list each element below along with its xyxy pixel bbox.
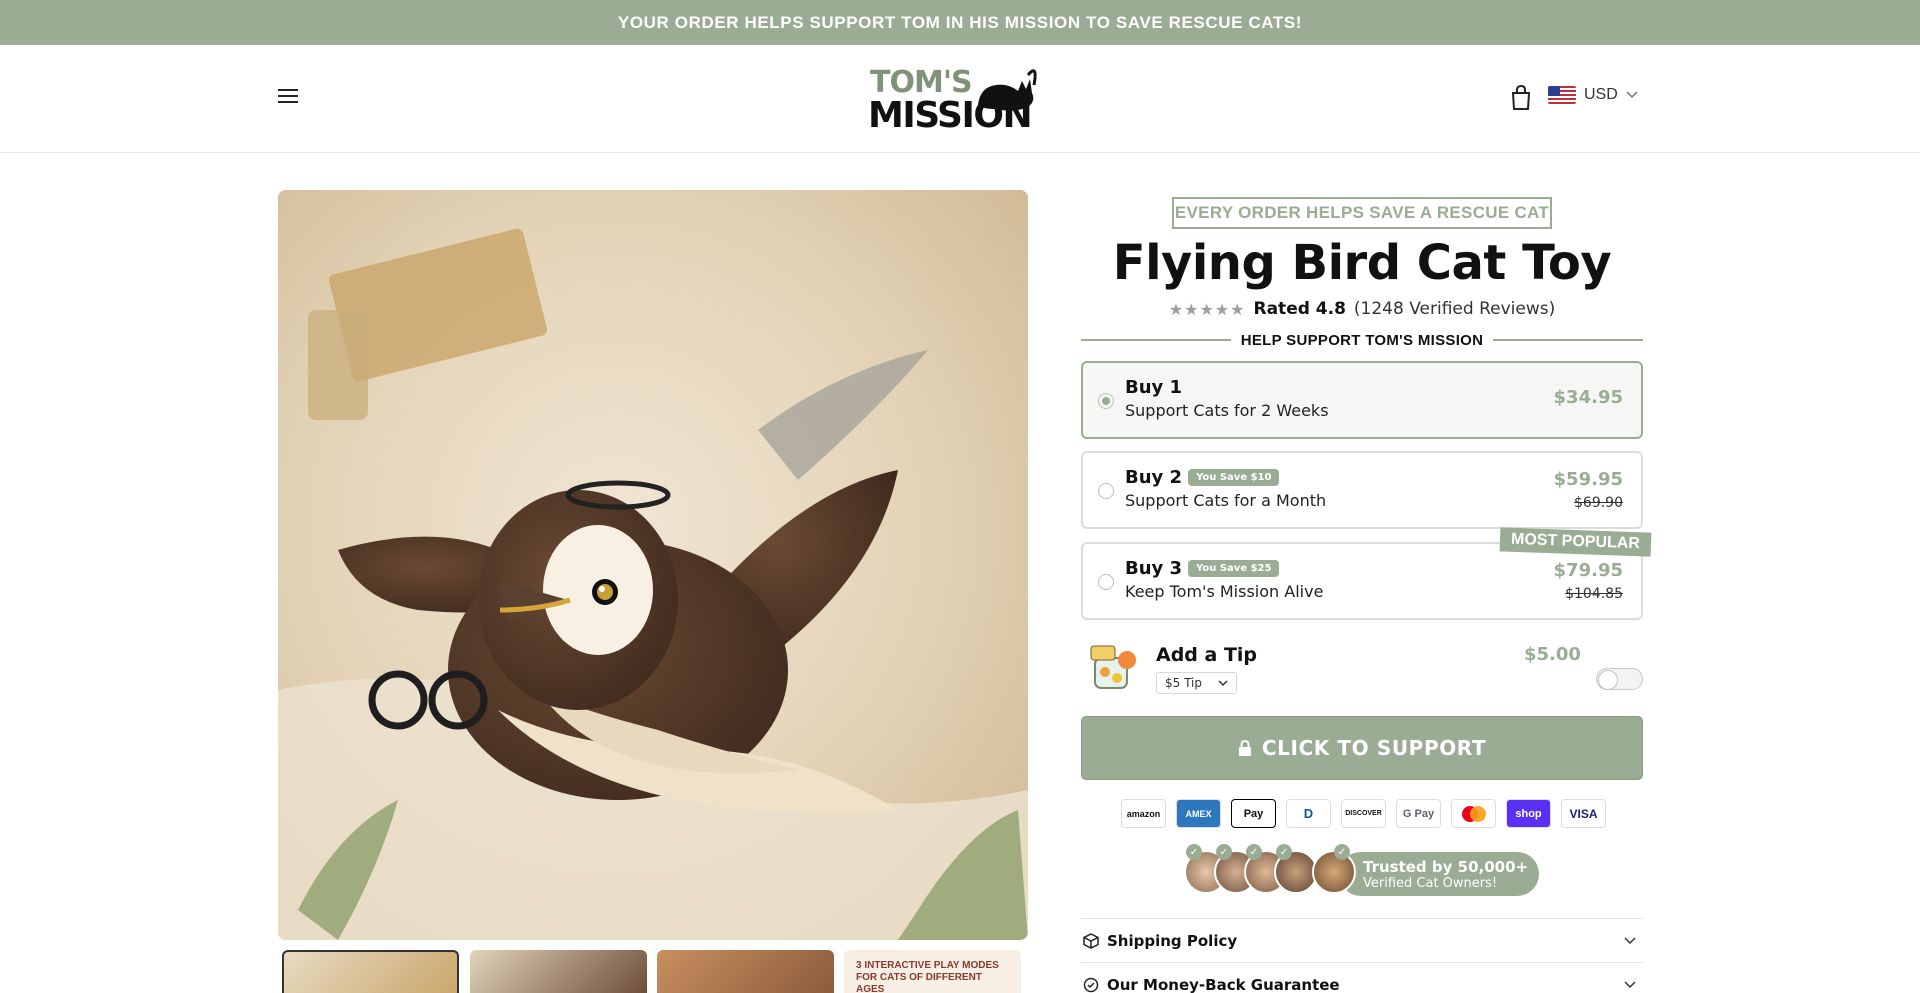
box-icon — [1083, 932, 1099, 949]
amazon-pay-icon: amazon — [1121, 799, 1166, 828]
tip-toggle[interactable] — [1596, 668, 1643, 690]
add-tip-row: Add a Tip $5 Tip $5.00 — [1081, 636, 1643, 696]
bundle-option-buy-3[interactable]: Buy 3 You Save $25 Keep Tom's Mission Al… — [1081, 527, 1652, 620]
tip-title: Add a Tip — [1156, 644, 1258, 666]
logo[interactable]: TOM'S MISSION — [868, 65, 1048, 136]
radio-button[interactable] — [1098, 574, 1114, 590]
chevron-down-icon — [1624, 936, 1636, 944]
thumbnail-4[interactable]: 3 INTERACTIVE PLAY MODES FOR CATS OF DIF… — [844, 950, 1021, 993]
currency-selector[interactable]: USD — [1548, 83, 1638, 107]
thumbnail-3[interactable] — [657, 950, 834, 993]
chevron-down-icon — [1218, 679, 1228, 686]
trust-line2: Verified Cat Owners! — [1363, 876, 1498, 891]
payment-methods: amazon AMEX Pay D DISCOVER G Pay shop VI… — [1121, 799, 1606, 828]
review-count: (1248 Verified Reviews) — [1353, 299, 1556, 319]
shopping-bag-icon — [1511, 84, 1531, 110]
option-price: $59.95 — [1553, 469, 1623, 490]
section-label: HELP SUPPORT TOM'S MISSION — [1240, 331, 1484, 349]
star-rating-icon: ★★★★★ — [1168, 299, 1246, 319]
tip-amount-select[interactable]: $5 Tip — [1156, 672, 1237, 694]
thumbnail-1[interactable] — [282, 950, 459, 993]
google-pay-icon: G Pay — [1396, 799, 1441, 828]
customer-avatars: ✓ ✓ ✓ ✓ ✓ — [1184, 844, 1374, 895]
option-subtitle: Support Cats for 2 Weeks — [1125, 401, 1329, 420]
option-old-price: $104.85 — [1565, 586, 1623, 602]
thumbnail-2[interactable] — [470, 950, 647, 993]
savings-badge: You Save $10 — [1188, 469, 1280, 486]
mastercard-icon — [1451, 799, 1496, 828]
check-icon: ✓ — [1276, 844, 1292, 860]
amex-icon: AMEX — [1176, 799, 1221, 828]
tip-price: $5.00 — [1524, 644, 1581, 665]
accordion-label: Shipping Policy — [1107, 931, 1238, 950]
apple-pay-icon: Pay — [1231, 799, 1276, 828]
trust-badge: Trusted by 50,000+ Verified Cat Owners! … — [1179, 844, 1551, 896]
announcement-bar: YOUR ORDER HELPS SUPPORT TOM IN HIS MISS… — [0, 0, 1920, 45]
accordion-shipping-policy[interactable]: Shipping Policy — [1081, 918, 1643, 962]
most-popular-tag: MOST POPULAR — [1499, 527, 1652, 557]
radio-button[interactable] — [1098, 483, 1114, 499]
site-header: TOM'S MISSION USD — [0, 45, 1920, 153]
option-name: Buy 1 — [1125, 377, 1183, 398]
announcement-text: YOUR ORDER HELPS SUPPORT TOM IN HIS MISS… — [617, 12, 1303, 32]
badge-check-icon — [1083, 977, 1099, 992]
product-image[interactable] — [278, 190, 1028, 940]
chevron-down-icon — [1624, 980, 1636, 988]
menu-button[interactable] — [276, 85, 300, 107]
tip-jar-icon — [1087, 640, 1139, 692]
thumbnail-strip: 3 INTERACTIVE PLAY MODES FOR CATS OF DIF… — [282, 950, 1022, 993]
bundle-option-buy-2[interactable]: Buy 2 You Save $10 Support Cats for a Mo… — [1081, 451, 1643, 529]
section-divider: HELP SUPPORT TOM'S MISSION — [1081, 328, 1644, 352]
accordion-money-back-guarantee[interactable]: Our Money-Back Guarantee — [1081, 962, 1643, 993]
support-button[interactable]: CLICK TO SUPPORT — [1081, 716, 1643, 780]
rating-row[interactable]: ★★★★★ Rated 4.8 (1248 Verified Reviews) — [1081, 299, 1643, 319]
accordion-label: Our Money-Back Guarantee — [1107, 975, 1340, 993]
diners-club-icon: D — [1286, 799, 1331, 828]
tip-select-value: $5 Tip — [1165, 676, 1202, 690]
thumbnail-4-text: 3 INTERACTIVE PLAY MODES FOR CATS OF DIF… — [856, 960, 999, 993]
savings-badge: You Save $25 — [1188, 560, 1280, 577]
option-old-price: $69.90 — [1574, 495, 1623, 511]
option-price: $79.95 — [1553, 560, 1623, 581]
check-icon: ✓ — [1216, 844, 1232, 860]
mission-badge: EVERY ORDER HELPS SAVE A RESCUE CAT — [1172, 197, 1552, 229]
shop-pay-icon: shop — [1506, 799, 1551, 828]
avatar — [1312, 850, 1356, 894]
visa-icon: VISA — [1561, 799, 1606, 828]
trust-line1: Trusted by 50,000+ — [1363, 858, 1529, 876]
option-name: Buy 3 — [1125, 558, 1183, 579]
support-button-label: CLICK TO SUPPORT — [1261, 736, 1487, 760]
cart-button[interactable] — [1510, 84, 1532, 111]
option-subtitle: Keep Tom's Mission Alive — [1125, 582, 1324, 601]
currency-code: USD — [1584, 86, 1618, 103]
cat-logo-icon — [978, 69, 1037, 111]
option-price: $34.95 — [1553, 387, 1623, 408]
us-flag-icon — [1548, 86, 1576, 104]
chevron-down-icon — [1626, 91, 1638, 99]
flying-bird-toy-photo — [278, 190, 1028, 940]
discover-icon: DISCOVER — [1341, 799, 1386, 828]
check-icon: ✓ — [1334, 844, 1350, 860]
radio-button[interactable] — [1098, 393, 1114, 409]
bundle-option-buy-1[interactable]: Buy 1 Support Cats for 2 Weeks $34.95 — [1081, 361, 1643, 439]
rating-value: Rated 4.8 — [1253, 299, 1346, 319]
check-icon: ✓ — [1186, 844, 1202, 860]
lock-icon — [1238, 740, 1251, 756]
check-icon: ✓ — [1246, 844, 1262, 860]
option-name: Buy 2 — [1125, 467, 1183, 488]
option-subtitle: Support Cats for a Month — [1125, 491, 1327, 510]
product-title: Flying Bird Cat Toy — [1112, 235, 1612, 291]
